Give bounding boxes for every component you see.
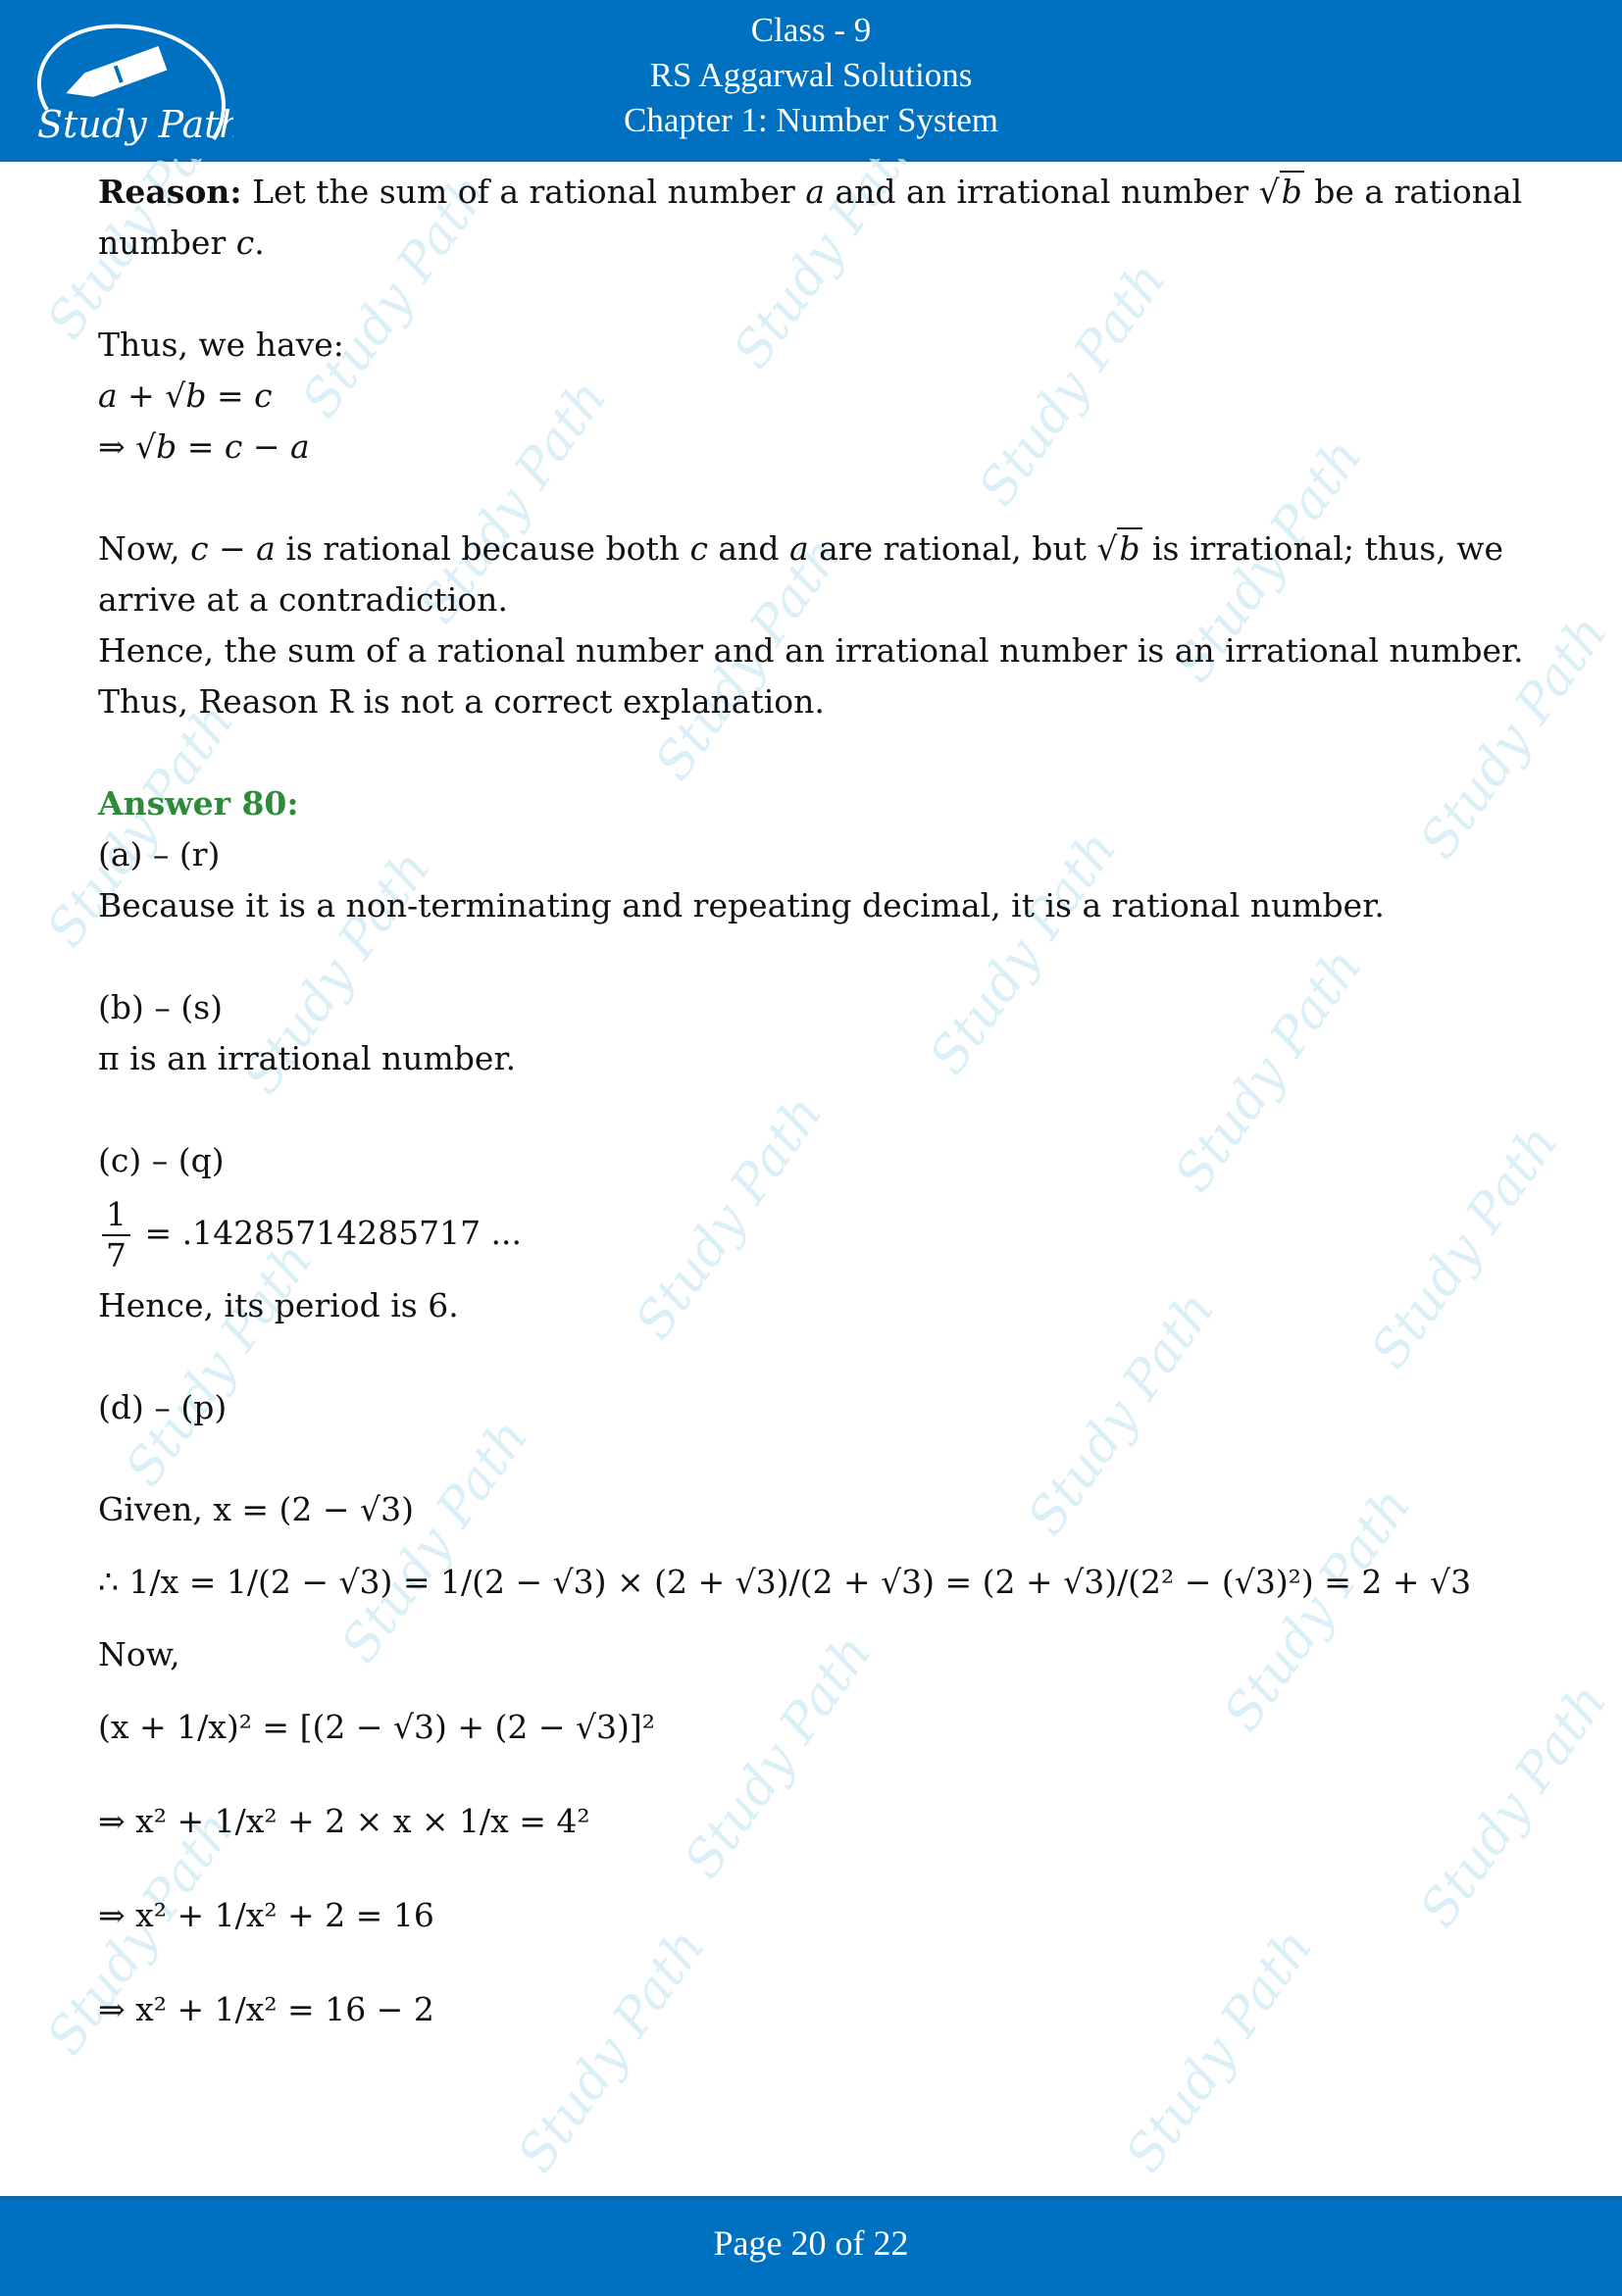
var-c: c: [689, 529, 708, 568]
match-a-explanation: Because it is a non-terminating and repe…: [98, 886, 1385, 924]
match-b-explanation: π is an irrational number.: [98, 1039, 517, 1077]
conclusion-line: Thus, Reason R is not a correct explanat…: [98, 682, 825, 721]
expand-step: ⇒ x² + 1/x² + 2 × x × 1/x = 4²: [98, 1802, 590, 1840]
text: Now,: [98, 529, 191, 568]
contradiction-paragraph: Now, c − a is rational because both c an…: [98, 524, 1530, 625]
radicand: b: [1279, 171, 1304, 211]
text: and an irrational number: [825, 173, 1259, 211]
now-line: Now,: [98, 1635, 180, 1673]
var-c: c: [235, 224, 255, 262]
sqrt-b: √b: [1258, 171, 1304, 211]
book-label: RS Aggarwal Solutions: [649, 56, 973, 94]
fraction: 17: [102, 1195, 130, 1275]
equation-1: a + √b = c: [98, 376, 273, 415]
reason-label: Reason:: [98, 173, 242, 211]
reason-paragraph: Reason: Let the sum of a rational number…: [98, 167, 1530, 269]
square-step: (x + 1/x)² = [(2 − √3) + (2 − √3)]²: [98, 1708, 655, 1746]
thus-we-have: Thus, we have:: [98, 325, 344, 364]
class-label: Class - 9: [750, 11, 872, 49]
radicand: b: [1117, 527, 1142, 568]
numerator: 1: [102, 1195, 130, 1236]
page-header: Study Path Class - 9 RS Aggarwal Solutio…: [0, 0, 1622, 162]
chapter-label: Chapter 1: Number System: [623, 101, 999, 139]
document-body: Reason: Let the sum of a rational number…: [98, 167, 1530, 2057]
decimal-expansion: = .14285714285717 ...: [144, 1214, 523, 1252]
answer-heading: Answer 80:: [98, 784, 299, 823]
text: is rational because both: [275, 529, 690, 568]
one-seventh-decimal: 17 = .14285714285717 ...: [98, 1186, 1530, 1280]
equation-2: ⇒ √b = c − a: [98, 427, 310, 466]
given-line: Given, x = (2 − √3): [98, 1490, 414, 1528]
text: Let the sum of a rational number: [241, 173, 806, 211]
match-c: (c) – (q): [98, 1141, 225, 1179]
expr: c − a: [190, 529, 276, 568]
simplify-step: ⇒ x² + 1/x² + 2 = 16: [98, 1896, 434, 1934]
match-d: (d) – (p): [98, 1388, 228, 1426]
match-b: (b) – (s): [98, 988, 224, 1026]
page-footer: Page 20 of 22: [0, 2196, 1622, 2296]
text: are rational, but: [808, 529, 1097, 568]
var-a: a: [788, 529, 809, 568]
result-step: ⇒ x² + 1/x² = 16 − 2: [98, 1990, 434, 2028]
text: .: [254, 224, 265, 262]
page-number: Page 20 of 22: [713, 2223, 909, 2263]
period-line: Hence, its period is 6.: [98, 1286, 459, 1324]
sqrt-b: √b: [1096, 527, 1142, 568]
reciprocal-step: ∴ 1/x = 1/(2 − √3) = 1/(2 − √3) × (2 + √…: [98, 1563, 1472, 1601]
var-a: a: [805, 173, 826, 211]
match-a: (a) – (r): [98, 835, 221, 873]
denominator: 7: [106, 1236, 127, 1274]
hence-line: Hence, the sum of a rational number and …: [98, 631, 1524, 670]
text: and: [707, 529, 789, 568]
